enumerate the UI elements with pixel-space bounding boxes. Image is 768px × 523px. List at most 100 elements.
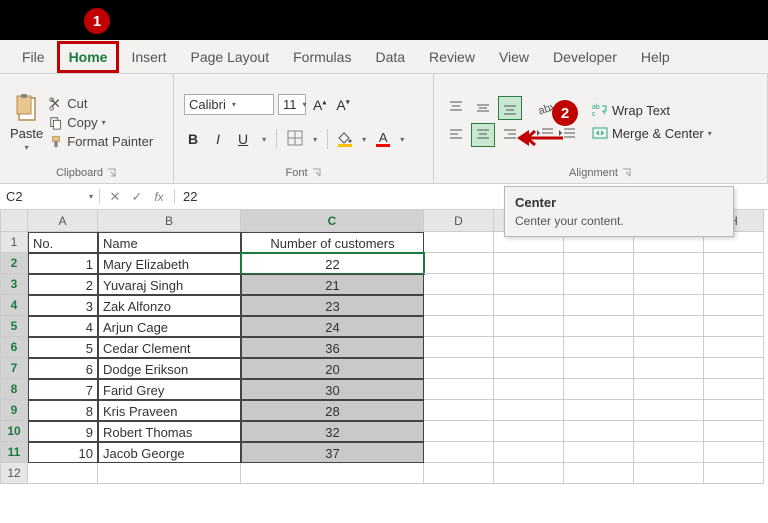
cell-F4[interactable] bbox=[564, 295, 634, 316]
cell-A11[interactable]: 10 bbox=[28, 442, 98, 463]
row-header-7[interactable]: 7 bbox=[0, 358, 28, 379]
launcher-icon[interactable] bbox=[622, 168, 632, 178]
row-header-11[interactable]: 11 bbox=[0, 442, 28, 463]
name-box[interactable]: C2▾ bbox=[0, 189, 100, 204]
borders-button[interactable] bbox=[287, 130, 303, 149]
cell-H11[interactable] bbox=[704, 442, 764, 463]
cell-C3[interactable]: 21 bbox=[241, 274, 424, 295]
cell-B7[interactable]: Dodge Erikson bbox=[98, 358, 241, 379]
cell-C4[interactable]: 23 bbox=[241, 295, 424, 316]
cell-F7[interactable] bbox=[564, 358, 634, 379]
row-header-1[interactable]: 1 bbox=[0, 232, 28, 253]
cell-C6[interactable]: 36 bbox=[241, 337, 424, 358]
launcher-icon[interactable] bbox=[312, 168, 322, 178]
col-header-B[interactable]: B bbox=[98, 210, 241, 232]
cell-D3[interactable] bbox=[424, 274, 494, 295]
row-header-9[interactable]: 9 bbox=[0, 400, 28, 421]
wrap-text-button[interactable]: abc Wrap Text bbox=[592, 103, 712, 118]
tab-insert[interactable]: Insert bbox=[119, 41, 178, 73]
cell-D11[interactable] bbox=[424, 442, 494, 463]
cell-A9[interactable]: 8 bbox=[28, 400, 98, 421]
cell-C12[interactable] bbox=[241, 463, 424, 484]
cell-B11[interactable]: Jacob George bbox=[98, 442, 241, 463]
fx-icon[interactable]: fx bbox=[152, 190, 166, 204]
col-header-A[interactable]: A bbox=[28, 210, 98, 232]
cell-F6[interactable] bbox=[564, 337, 634, 358]
cell-F10[interactable] bbox=[564, 421, 634, 442]
cell-D9[interactable] bbox=[424, 400, 494, 421]
accept-formula-icon[interactable]: ✓ bbox=[130, 189, 144, 205]
cell-H8[interactable] bbox=[704, 379, 764, 400]
bold-button[interactable]: B bbox=[184, 131, 202, 147]
row-header-5[interactable]: 5 bbox=[0, 316, 28, 337]
cell-E2[interactable] bbox=[494, 253, 564, 274]
row-header-4[interactable]: 4 bbox=[0, 295, 28, 316]
cell-C1[interactable]: Number of customers bbox=[241, 232, 424, 253]
font-color-button[interactable]: A bbox=[376, 132, 390, 147]
cell-D12[interactable] bbox=[424, 463, 494, 484]
cell-C2[interactable]: 22 bbox=[241, 253, 424, 274]
align-top-button[interactable] bbox=[444, 96, 468, 120]
cell-D10[interactable] bbox=[424, 421, 494, 442]
cell-E12[interactable] bbox=[494, 463, 564, 484]
cell-D8[interactable] bbox=[424, 379, 494, 400]
cell-D1[interactable] bbox=[424, 232, 494, 253]
cell-E7[interactable] bbox=[494, 358, 564, 379]
align-left-button[interactable] bbox=[444, 123, 468, 147]
cancel-formula-icon[interactable]: ✕ bbox=[108, 189, 122, 205]
cell-E10[interactable] bbox=[494, 421, 564, 442]
tab-review[interactable]: Review bbox=[417, 41, 487, 73]
cell-D6[interactable] bbox=[424, 337, 494, 358]
cell-B9[interactable]: Kris Praveen bbox=[98, 400, 241, 421]
cell-C7[interactable]: 20 bbox=[241, 358, 424, 379]
select-all-corner[interactable] bbox=[0, 210, 28, 232]
cell-B2[interactable]: Mary Elizabeth bbox=[98, 253, 241, 274]
cell-B1[interactable]: Name bbox=[98, 232, 241, 253]
cell-A6[interactable]: 5 bbox=[28, 337, 98, 358]
cell-C5[interactable]: 24 bbox=[241, 316, 424, 337]
tab-formulas[interactable]: Formulas bbox=[281, 41, 363, 73]
font-name-dropdown[interactable]: Calibri▾ bbox=[184, 94, 274, 115]
cell-C9[interactable]: 28 bbox=[241, 400, 424, 421]
paste-button[interactable]: Paste ▾ bbox=[10, 92, 43, 152]
cell-G6[interactable] bbox=[634, 337, 704, 358]
row-header-3[interactable]: 3 bbox=[0, 274, 28, 295]
cell-E8[interactable] bbox=[494, 379, 564, 400]
tab-view[interactable]: View bbox=[487, 41, 541, 73]
cell-A3[interactable]: 2 bbox=[28, 274, 98, 295]
tab-pagelayout[interactable]: Page Layout bbox=[178, 41, 281, 73]
cell-H4[interactable] bbox=[704, 295, 764, 316]
cell-E9[interactable] bbox=[494, 400, 564, 421]
decrease-font-button[interactable]: A▾ bbox=[333, 97, 352, 113]
cell-B12[interactable] bbox=[98, 463, 241, 484]
italic-button[interactable]: I bbox=[212, 131, 224, 147]
tab-help[interactable]: Help bbox=[629, 41, 682, 73]
tab-file[interactable]: File bbox=[10, 41, 57, 73]
fill-color-button[interactable] bbox=[338, 132, 352, 147]
cell-H7[interactable] bbox=[704, 358, 764, 379]
cell-G8[interactable] bbox=[634, 379, 704, 400]
row-header-10[interactable]: 10 bbox=[0, 421, 28, 442]
cell-B6[interactable]: Cedar Clement bbox=[98, 337, 241, 358]
row-header-2[interactable]: 2 bbox=[0, 253, 28, 274]
cell-A5[interactable]: 4 bbox=[28, 316, 98, 337]
cell-A1[interactable]: No. bbox=[28, 232, 98, 253]
font-size-dropdown[interactable]: 11▾ bbox=[278, 94, 306, 115]
row-header-12[interactable]: 12 bbox=[0, 463, 28, 484]
tab-data[interactable]: Data bbox=[363, 41, 417, 73]
cell-H12[interactable] bbox=[704, 463, 764, 484]
cell-B4[interactable]: Zak Alfonzo bbox=[98, 295, 241, 316]
cell-H10[interactable] bbox=[704, 421, 764, 442]
cell-E4[interactable] bbox=[494, 295, 564, 316]
cell-F3[interactable] bbox=[564, 274, 634, 295]
cell-G2[interactable] bbox=[634, 253, 704, 274]
cell-F8[interactable] bbox=[564, 379, 634, 400]
cut-button[interactable]: Cut bbox=[49, 96, 153, 111]
tab-developer[interactable]: Developer bbox=[541, 41, 629, 73]
cell-G10[interactable] bbox=[634, 421, 704, 442]
cell-D5[interactable] bbox=[424, 316, 494, 337]
cell-A4[interactable]: 3 bbox=[28, 295, 98, 316]
cell-B8[interactable]: Farid Grey bbox=[98, 379, 241, 400]
cell-G4[interactable] bbox=[634, 295, 704, 316]
tab-home[interactable]: Home bbox=[57, 41, 120, 73]
